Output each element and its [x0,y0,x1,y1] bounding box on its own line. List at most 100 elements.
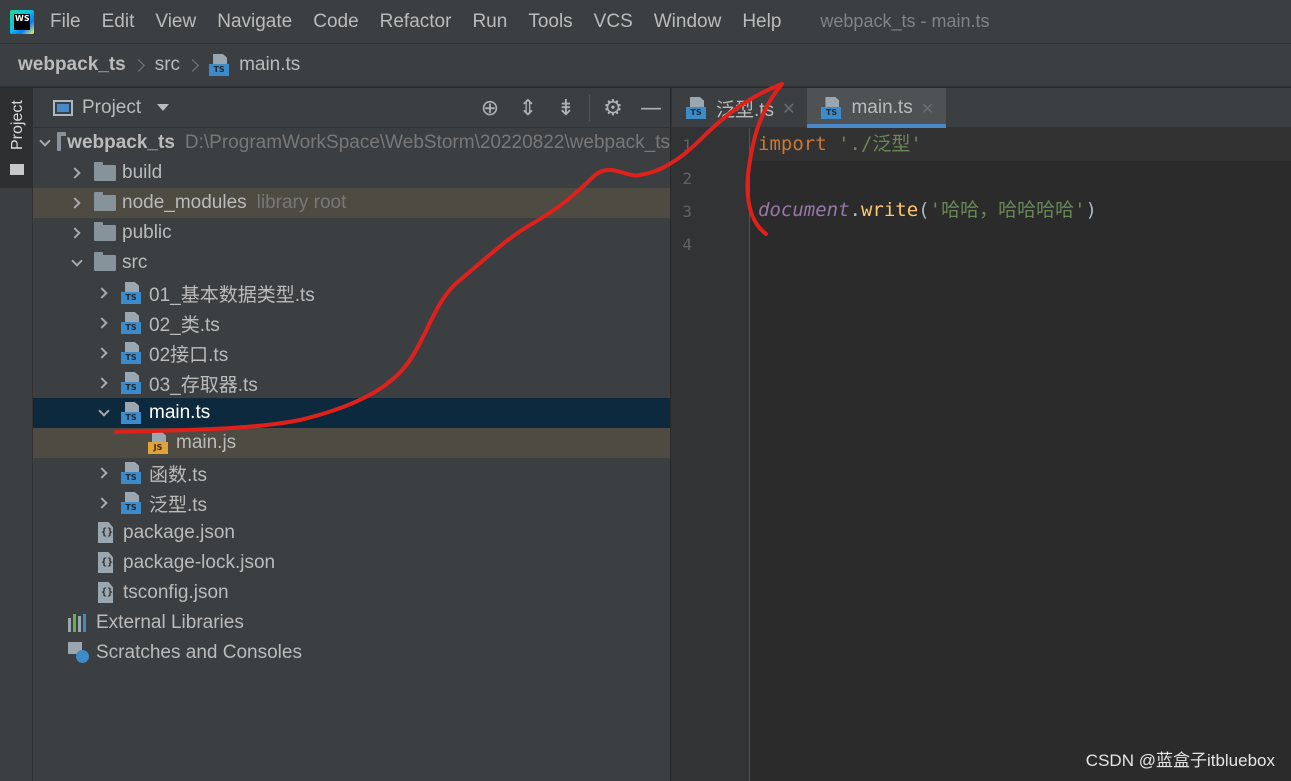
folder-icon [57,132,67,151]
code-area[interactable]: import './泛型' document.write('哈哈，哈哈哈哈') [750,128,1291,260]
tree-item-ts-file[interactable]: TS 02_类.ts [33,308,670,338]
code-line[interactable] [758,161,1291,194]
tree-item-ts-file[interactable]: TS 函数.ts [33,458,670,488]
menu-tools[interactable]: Tools [528,11,572,33]
breadcrumb: webpack_ts src TS main.ts [0,43,1291,87]
chevron-right-icon[interactable] [95,314,113,332]
tree-item-tsconfig-json[interactable]: {} tsconfig.json [33,578,670,608]
gear-icon[interactable]: ⚙ [594,88,632,128]
chevron-right-icon[interactable] [68,194,86,212]
code-line[interactable]: document.write('哈哈，哈哈哈哈') [758,194,1291,227]
chevron-down-icon[interactable] [157,104,170,111]
close-icon[interactable]: ✕ [921,99,934,118]
menu-window[interactable]: Window [654,11,722,33]
code-line[interactable]: import './泛型' [750,128,1291,161]
tree-item-label: public [122,222,172,243]
tree-item-main-js[interactable]: JS main.js [33,428,670,458]
keyword-import: import [758,133,827,155]
chevron-right-icon[interactable] [95,464,113,482]
project-panel: Project ⊕ ⇕ ⇟ ⚙ — webpack_ts D:\ProgramW… [33,88,670,781]
tree-item-label: package-lock.json [123,552,276,573]
tree-item-node-modules[interactable]: node_modules library root [33,188,670,218]
menu-view[interactable]: View [155,11,196,33]
locate-file-icon[interactable]: ⊕ [471,88,509,128]
expand-all-icon[interactable]: ⇕ [509,88,547,128]
typescript-file-icon: TS [121,342,143,364]
tab-generics-ts[interactable]: TS 泛型.ts ✕ [672,88,807,128]
chevron-down-icon[interactable] [39,134,51,152]
typescript-file-icon: TS [686,97,708,119]
breadcrumb-src[interactable]: src [155,54,180,76]
tree-item-public[interactable]: public [33,218,670,248]
project-view-icon [53,99,73,116]
tree-item-label: 01_基本数据类型.ts [149,284,315,306]
typescript-file-icon: TS [121,312,143,334]
editor: TS 泛型.ts ✕ TS main.ts ✕ 1 2 3 4 import '… [671,88,1291,781]
tree-item-label: 02接口.ts [149,344,229,366]
project-view-title[interactable]: Project [82,97,141,119]
scratches-icon [68,642,90,664]
tree-item-package-lock-json[interactable]: {} package-lock.json [33,548,670,578]
code-line[interactable] [758,227,1291,260]
webstorm-logo-icon[interactable]: WS [10,9,34,34]
tree-item-label: 03_存取器.ts [149,374,258,396]
tree-item-webpack-ts[interactable]: webpack_ts D:\ProgramWorkSpace\WebStorm\… [33,128,670,158]
tree-item-build[interactable]: build [33,158,670,188]
menu-bar: WS File Edit View Navigate Code Refactor… [0,0,1291,43]
menu-edit[interactable]: Edit [102,11,135,33]
chevron-right-icon[interactable] [95,494,113,512]
chevron-down-icon[interactable] [68,254,86,272]
tab-main-ts[interactable]: TS main.ts ✕ [807,88,947,128]
folder-icon [94,192,116,211]
tree-item-package-json[interactable]: {} package.json [33,518,670,548]
chevron-right-icon[interactable] [95,284,113,302]
typescript-file-icon: TS [209,54,231,76]
library-root-hint: library root [256,192,347,213]
method-write: write [860,199,919,221]
editor-gutter: 1 2 3 4 [672,128,750,781]
chevron-right-icon[interactable] [95,374,113,392]
json-file-icon: {} [95,582,117,604]
breadcrumb-project[interactable]: webpack_ts [18,54,126,76]
tree-item-label: src [122,252,148,273]
tree-item-src[interactable]: src [33,248,670,278]
menu-code[interactable]: Code [313,11,358,33]
tree-item-ts-file[interactable]: TS 03_存取器.ts [33,368,670,398]
hide-panel-icon[interactable]: — [632,88,670,128]
close-icon[interactable]: ✕ [782,99,795,118]
breadcrumb-file[interactable]: main.ts [239,54,300,76]
menu-refactor[interactable]: Refactor [380,11,452,33]
chevron-right-icon[interactable] [68,164,86,182]
menu-navigate[interactable]: Navigate [217,11,292,33]
tree-item-scratches[interactable]: Scratches and Consoles [33,638,670,668]
tree-item-label: Scratches and Consoles [96,642,302,663]
tree-item-ts-file[interactable]: TS 02接口.ts [33,338,670,368]
typescript-file-icon: TS [121,372,143,394]
chevron-right-icon[interactable] [68,224,86,242]
tree-item-label: main.js [176,432,237,453]
tree-item-ts-file[interactable]: TS 01_基本数据类型.ts [33,278,670,308]
tree-item-label: node_modules [122,192,247,213]
project-tree: webpack_ts D:\ProgramWorkSpace\WebStorm\… [33,128,670,668]
folder-icon [94,222,116,241]
chevron-right-icon [186,58,199,72]
string-literal: '哈哈，哈哈哈哈' [929,199,1086,221]
menu-run[interactable]: Run [472,11,507,33]
project-tool-button[interactable]: Project [0,88,33,188]
tree-item-label: build [122,162,163,183]
toolbar-divider [589,95,590,121]
menu-help[interactable]: Help [742,11,781,33]
watermark: CSDN @蓝盒子itbluebox [1085,751,1275,770]
tool-window-strip: Project [0,88,33,781]
tree-item-ts-file[interactable]: TS 泛型.ts [33,488,670,518]
punctuation: ( [918,199,930,221]
menu-file[interactable]: File [50,11,81,33]
chevron-down-icon[interactable] [95,404,113,422]
tree-item-main-ts[interactable]: TS main.ts [33,398,670,428]
tree-item-external-libraries[interactable]: External Libraries [33,608,670,638]
collapse-all-icon[interactable]: ⇟ [547,88,585,128]
menu-vcs[interactable]: VCS [594,11,633,33]
json-file-icon: {} [95,552,117,574]
chevron-right-icon[interactable] [95,344,113,362]
tree-item-label: webpack_ts [67,132,175,153]
